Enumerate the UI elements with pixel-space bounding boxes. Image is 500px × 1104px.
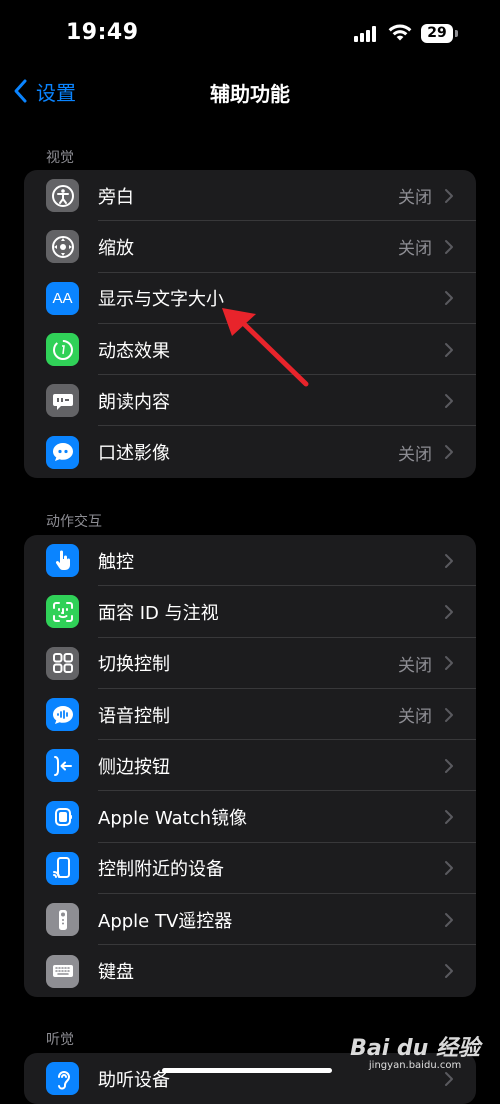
chevron-right-icon [445,188,453,203]
motion-icon [46,333,79,367]
status-bar: 19:49 29 [0,0,500,66]
watermark-url: jingyan.baidu.com [368,1060,462,1071]
chevron-right-icon [445,964,453,979]
row-label: 切换控制 [98,654,170,676]
cellular-signal-icon [354,26,378,42]
row-value: 关闭 [398,239,432,260]
section-header-physical-motor: 动作交互 [46,514,102,530]
row-label: Apple Watch镜像 [98,808,248,830]
chevron-right-icon [445,445,453,460]
switch-control-icon [46,646,79,680]
section-header-vision: 视觉 [46,150,74,166]
chevron-right-icon [445,393,453,408]
row-zoom[interactable]: 缩放 关闭 [24,221,476,273]
annotation-arrow-icon [222,308,309,387]
row-touch[interactable]: 触控 [24,535,476,587]
row-label: Apple TV遥控器 [98,910,233,932]
navigation-bar: 设置 辅助功能 [0,66,500,116]
watermark-logo: Bai du 经验 [350,1036,480,1061]
row-label: 控制附近的设备 [98,859,224,881]
tv-remote-icon [46,903,79,937]
row-control-nearby-devices[interactable]: 控制附近的设备 [24,843,476,895]
row-value: 关闭 [398,188,432,209]
row-switch-control[interactable]: 切换控制 关闭 [24,638,476,689]
battery-tip [455,30,458,37]
chevron-right-icon [445,707,453,722]
hearing-devices-icon [46,1062,79,1096]
physical-motor-group: 触控 面容 ID 与注视 切换控制 关闭 语音控制 关闭 侧边按钮 Apple … [24,535,476,997]
chevron-right-icon [445,239,453,254]
chevron-right-icon [445,861,453,876]
row-label: 缩放 [98,237,134,259]
home-indicator[interactable] [162,1068,332,1073]
row-label: 动态效果 [98,340,170,362]
row-label: 助听设备 [98,1069,170,1091]
nearby-devices-icon [46,851,79,885]
row-label: 显示与文字大小 [98,289,224,311]
chevron-right-icon [445,912,453,927]
face-id-icon [46,595,79,629]
row-label: 旁白 [98,186,134,208]
watch-mirroring-icon [46,800,79,834]
row-voiceover[interactable]: 旁白 关闭 [24,170,476,222]
chevron-right-icon [445,291,453,306]
row-value: 关闭 [398,707,432,728]
row-keyboard[interactable]: 键盘 [24,945,476,996]
status-time: 19:49 [66,20,139,45]
row-side-button[interactable]: 侧边按钮 [24,740,476,792]
keyboard-icon [46,954,79,988]
battery-level: 29 [421,24,453,43]
row-face-id-attention[interactable]: 面容 ID 与注视 [24,586,476,638]
row-value: 关闭 [398,444,432,465]
row-voice-control[interactable]: 语音控制 关闭 [24,689,476,741]
wifi-icon [388,24,412,41]
chevron-right-icon [445,758,453,773]
page-title: 辅助功能 [210,82,290,106]
voice-control-icon [46,698,79,732]
chevron-right-icon [445,656,453,671]
chevron-right-icon [445,1071,453,1086]
audio-description-icon [46,435,79,469]
section-header-hearing: 听觉 [46,1032,74,1048]
voiceover-icon [46,179,79,213]
row-audio-description[interactable]: 口述影像 关闭 [24,426,476,477]
touch-icon [46,544,79,578]
side-button-icon [46,749,79,783]
row-value: 关闭 [398,655,432,676]
row-label: 键盘 [98,962,134,984]
text-size-icon: AA [46,281,79,315]
row-apple-tv-remote[interactable]: Apple TV遥控器 [24,894,476,946]
row-apple-watch-mirroring[interactable]: Apple Watch镜像 [24,791,476,843]
zoom-icon [46,230,79,264]
row-label: 侧边按钮 [98,756,170,778]
chevron-right-icon [445,604,453,619]
row-label: 面容 ID 与注视 [98,602,219,624]
baidu-jingyan-watermark: Bai du 经验 jingyan.baidu.com [350,1030,480,1071]
chevron-right-icon [445,553,453,568]
spoken-content-icon [46,384,79,418]
row-label: 语音控制 [98,705,170,727]
row-label: 口述影像 [98,443,170,465]
row-label: 朗读内容 [98,391,170,413]
row-label: 触控 [98,551,134,573]
chevron-right-icon [445,810,453,825]
chevron-right-icon [445,342,453,357]
